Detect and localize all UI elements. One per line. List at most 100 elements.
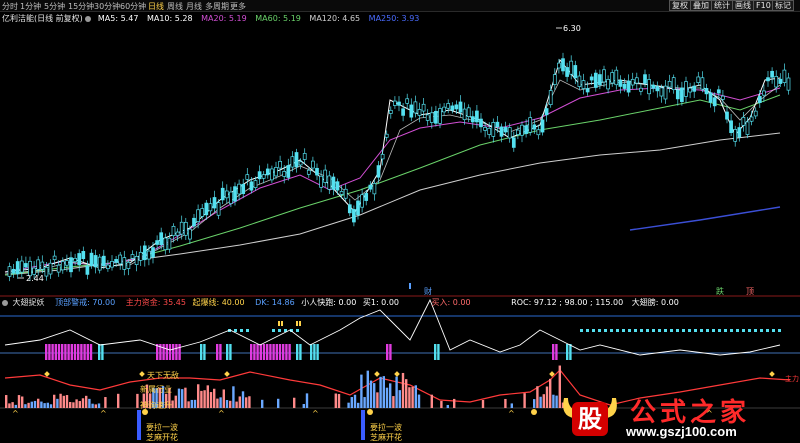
signal-bar bbox=[250, 344, 253, 360]
candle-body bbox=[721, 95, 725, 100]
candle-body bbox=[438, 108, 442, 124]
histogram-bar bbox=[78, 401, 81, 408]
signal-bar bbox=[216, 344, 219, 360]
candle-body bbox=[73, 257, 77, 262]
histogram-bar bbox=[21, 396, 24, 408]
candle-body bbox=[434, 110, 438, 124]
candle-body bbox=[745, 121, 750, 135]
candle-body bbox=[540, 119, 545, 133]
annotation-zhima-2: 芝麻开花 bbox=[370, 432, 402, 442]
signal-bar bbox=[555, 344, 558, 360]
signal-bar bbox=[203, 344, 206, 360]
candle-body bbox=[483, 126, 487, 131]
candle-body bbox=[475, 110, 479, 123]
logo-badge-char: 股 bbox=[578, 404, 602, 433]
histogram-bar bbox=[373, 383, 376, 408]
candle-body bbox=[69, 257, 73, 273]
candle-body bbox=[495, 121, 500, 127]
candle-body bbox=[155, 240, 159, 245]
histogram-bar bbox=[203, 390, 206, 408]
histogram-bar bbox=[417, 394, 421, 408]
sub-settings-dot-icon[interactable] bbox=[2, 299, 8, 306]
candle-body bbox=[491, 122, 496, 137]
marker-ding: 顶 bbox=[746, 287, 754, 296]
candle-body bbox=[241, 183, 246, 194]
signal-bar bbox=[259, 344, 262, 360]
chart-canvas[interactable]: 6.30 2.44 财 跌 顶 ^ ^ ^ ^ ^ ^ 天下无敌 新属行业 神驹速升 要拉… bbox=[0, 0, 800, 443]
candle-body bbox=[233, 186, 237, 202]
histogram-bar bbox=[337, 394, 341, 408]
candle-body bbox=[204, 202, 209, 216]
histogram-bar bbox=[46, 402, 49, 408]
signal-bar bbox=[386, 344, 389, 360]
histogram-bar bbox=[225, 400, 229, 408]
candle-body bbox=[462, 108, 467, 121]
candle-body bbox=[397, 101, 401, 106]
histogram-bar bbox=[379, 376, 382, 408]
candle-body bbox=[261, 174, 266, 179]
candle-body bbox=[507, 127, 512, 139]
top-dash bbox=[580, 329, 583, 332]
main-chart-area: 6.30 2.44 财 跌 顶 bbox=[4, 24, 791, 296]
candle-body bbox=[450, 105, 455, 111]
histogram-bar bbox=[510, 403, 513, 408]
candle-body bbox=[602, 69, 606, 83]
sub-chart-header: 大翅捉妖 顶部警戒: 70.00 主力资金: 35.45 起爆线: 40.00 … bbox=[2, 297, 679, 308]
histogram-bar bbox=[69, 402, 72, 408]
histogram-bar bbox=[430, 394, 433, 408]
top-dash-yellow bbox=[296, 321, 298, 326]
candle-body bbox=[278, 161, 282, 169]
candle-body bbox=[188, 228, 192, 240]
signal-bar bbox=[226, 344, 229, 360]
histogram-bar bbox=[549, 378, 552, 408]
candle-body bbox=[634, 77, 639, 84]
histogram-bar bbox=[33, 400, 37, 408]
histogram-bar bbox=[523, 393, 526, 408]
top-dash bbox=[246, 329, 249, 332]
candle-body bbox=[733, 129, 738, 142]
histogram-bar bbox=[238, 396, 241, 408]
candle-body bbox=[384, 133, 389, 138]
candle-body bbox=[577, 75, 582, 87]
candle-body bbox=[770, 70, 774, 78]
signal-bar bbox=[313, 344, 316, 360]
caret-marker: ^ bbox=[12, 409, 19, 418]
histogram-bar bbox=[229, 400, 232, 408]
ma120-line bbox=[4, 132, 781, 276]
histogram-bar bbox=[187, 401, 190, 408]
buy-in-value: 买入: 0.00 bbox=[431, 298, 471, 307]
signal-bar bbox=[54, 344, 57, 360]
detonation-line-value: 起爆线: 40.00 bbox=[192, 298, 245, 307]
candle-body bbox=[335, 181, 340, 191]
histogram-bar bbox=[219, 397, 222, 408]
histogram-bar bbox=[453, 398, 456, 408]
histogram-bar bbox=[504, 398, 507, 408]
signal-bar bbox=[73, 344, 77, 360]
candle-body bbox=[24, 263, 28, 268]
candle-body bbox=[114, 259, 118, 263]
signal-bar bbox=[200, 344, 203, 360]
signal-bar bbox=[282, 344, 285, 360]
candle-body bbox=[294, 152, 299, 168]
signal-bar bbox=[229, 344, 232, 360]
candle-body bbox=[134, 256, 139, 265]
candle-body bbox=[130, 254, 135, 259]
histogram-bar bbox=[27, 402, 30, 408]
top-dash bbox=[712, 329, 715, 332]
histogram-bar bbox=[235, 401, 238, 408]
smiley-icon bbox=[142, 409, 148, 415]
candle-body bbox=[36, 259, 41, 270]
candle-body bbox=[651, 84, 656, 89]
candle-body bbox=[298, 161, 303, 166]
candle-body bbox=[413, 101, 418, 114]
histogram-bar bbox=[411, 386, 414, 408]
marker-die: 跌 bbox=[716, 286, 724, 296]
signal-bar bbox=[98, 344, 101, 360]
top-dash bbox=[748, 329, 751, 332]
candle-body bbox=[528, 117, 533, 133]
histogram-bar bbox=[245, 397, 248, 408]
histogram-bar bbox=[43, 403, 46, 408]
candle-body bbox=[126, 262, 131, 269]
histogram-bar bbox=[5, 395, 8, 408]
top-dash bbox=[730, 329, 733, 332]
